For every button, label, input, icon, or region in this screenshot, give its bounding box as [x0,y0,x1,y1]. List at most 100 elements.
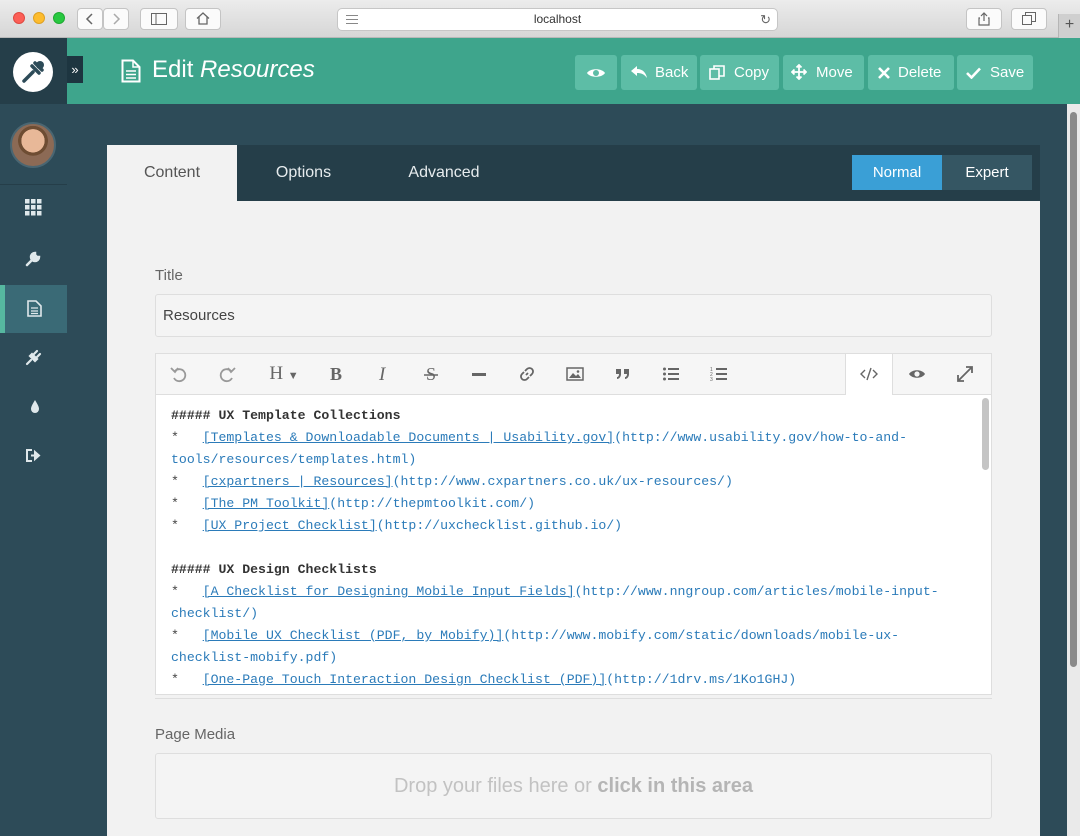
tab-content[interactable]: Content [107,145,237,201]
share-button[interactable] [966,8,1002,30]
editor-scrollbar-thumb[interactable] [982,398,989,470]
sidebar-item-pages[interactable] [0,285,67,333]
page-icon [27,300,42,317]
svg-text:S: S [426,365,436,383]
code-icon [860,367,878,381]
home-button[interactable] [185,8,221,30]
logout-icon [26,449,41,462]
dashboard-grid-icon [25,199,42,216]
bullet-list-icon [663,367,679,381]
drop-icon [31,400,39,413]
page-media-label: Page Media [155,726,236,743]
file-dropzone[interactable]: Drop your files here or click in this ar… [155,753,992,819]
copy-icon [709,65,725,80]
editor-resize-handle[interactable] [155,695,992,699]
address-bar[interactable]: localhost ↻ [337,8,778,31]
chevron-left-icon [85,13,93,25]
redo-button[interactable] [204,354,252,394]
markdown-line: * [A Checklist for Designing Mobile Inpu… [171,584,939,599]
sidebar-item-plugins[interactable] [0,334,67,382]
back-button[interactable]: Back [621,55,697,90]
fullscreen-button[interactable] [942,354,990,394]
markdown-link-text: [Mobile UX Checklist (PDF, by Mobify)] [202,628,504,643]
sidebar-item-dashboard[interactable] [0,184,67,232]
sidebar-item-logout[interactable] [0,432,67,480]
markdown-line: * [Mobile UX Checklist (PDF, by Mobify)]… [171,628,900,643]
markdown-line: checklist/) [171,606,259,621]
markdown-textarea[interactable]: ##### UX Template Collections * [Template… [156,395,976,693]
tab-advanced[interactable]: Advanced [370,145,518,201]
home-icon [196,12,210,25]
reader-menu-icon[interactable] [346,15,358,24]
preview-toggle-button[interactable] [894,354,942,394]
heading-dropdown[interactable]: H ▼ [256,354,312,394]
markdown-editor: H ▼ B I S 1 2 3 ##### UX Template Collec… [155,353,992,695]
sidebar-collapse-toggle[interactable]: » [67,56,83,83]
url-text: localhost [533,12,582,26]
bold-icon: B [330,365,342,383]
unordered-list-button[interactable] [648,354,696,394]
check-icon [966,67,981,79]
expand-icon [957,366,973,382]
italic-icon: I [378,365,387,383]
horizontal-rule-icon [472,373,486,376]
sidebar-toggle-button[interactable] [140,8,178,30]
close-icon [878,67,890,79]
markdown-line: * [Templates & Downloadable Documents | … [171,430,907,445]
reply-arrow-icon [631,66,647,78]
close-window-button[interactable] [13,12,25,24]
markdown-link-url: (http://www.nngroup.com/articles/mobile-… [574,584,939,599]
markdown-link-text: [cxpartners | Resources] [202,474,393,489]
markdown-link-text: [The PM Toolkit] [202,496,330,511]
horizontal-rule-button[interactable] [456,354,504,394]
link-icon [520,367,534,381]
blockquote-button[interactable] [600,354,648,394]
sidebar-item-themes[interactable] [0,383,67,431]
svg-text:B: B [330,365,342,383]
reload-icon[interactable]: ↻ [760,9,771,30]
markdown-link-text: [UX Project Checklist] [202,518,377,533]
image-button[interactable] [552,354,600,394]
copy-button[interactable]: Copy [700,55,779,90]
page-title: Edit Resources [152,56,315,83]
markdown-heading-line: ##### UX Template Collections [171,408,401,423]
avatar[interactable] [10,122,56,168]
new-tab-button[interactable]: + [1058,14,1080,38]
ordered-list-button[interactable]: 123 [696,354,744,394]
browser-forward-button[interactable] [103,8,129,30]
expert-mode-button[interactable]: Expert [942,155,1032,190]
bold-button[interactable]: B [312,354,360,394]
markdown-link-url: (http://thepmtoolkit.com/) [329,496,536,511]
plug-icon [25,349,42,366]
caret-down-icon: ▼ [287,370,299,382]
sidebar-item-configuration[interactable] [0,235,67,283]
logo[interactable] [0,38,67,104]
strikethrough-icon: S [424,365,438,383]
image-icon [566,367,584,381]
markdown-link-url: (http://uxchecklist.github.io/) [376,518,623,533]
title-field[interactable]: Resources [155,294,992,337]
delete-button[interactable]: Delete [868,55,954,90]
italic-button[interactable]: I [360,354,408,394]
markdown-heading-line: ##### UX Design Checklists [171,562,377,577]
link-button[interactable] [504,354,552,394]
editor-toolbar: H ▼ B I S 1 2 3 [156,354,991,395]
save-button[interactable]: Save [957,55,1033,90]
code-view-button[interactable] [845,354,893,395]
move-button[interactable]: Move [783,55,864,90]
tab-options[interactable]: Options [237,145,370,201]
svg-text:I: I [378,365,387,383]
strikethrough-button[interactable]: S [408,354,456,394]
undo-button[interactable] [156,354,204,394]
zoom-window-button[interactable] [53,12,65,24]
browser-back-button[interactable] [77,8,103,30]
svg-text:3: 3 [710,377,713,383]
undo-icon [170,367,187,383]
normal-mode-button[interactable]: Normal [852,155,942,190]
minimize-window-button[interactable] [33,12,45,24]
preview-button[interactable] [575,55,617,90]
tabs-icon [1022,12,1036,25]
page-scrollbar-thumb[interactable] [1070,112,1077,667]
tabs-overview-button[interactable] [1011,8,1047,30]
title-label: Title [155,267,183,284]
